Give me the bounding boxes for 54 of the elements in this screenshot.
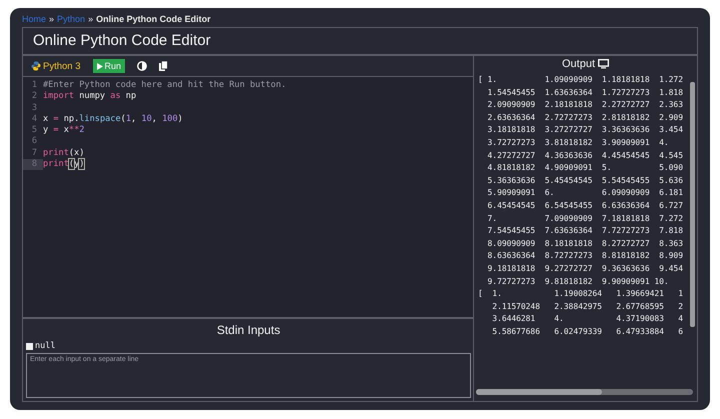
output-title: Output xyxy=(562,58,596,70)
output-line: 3.72727273 3.81818182 3.90909091 4. xyxy=(486,136,670,149)
python-logo-icon xyxy=(31,61,41,71)
breadcrumb-link[interactable]: Python xyxy=(57,14,86,24)
line-number: 6 xyxy=(30,136,38,148)
vertical-scrollbar[interactable] xyxy=(690,82,695,327)
stdin-title: Stdin Inputs xyxy=(216,323,282,337)
checkbox-label: null xyxy=(35,341,56,351)
breadcrumb-separator: » xyxy=(49,14,54,24)
contrast-icon[interactable] xyxy=(137,61,148,71)
output-line: 4.81818182 4.90909091 5. 5.090 xyxy=(486,162,684,174)
line-number: 8 xyxy=(23,159,43,170)
breadcrumb-link[interactable]: Home xyxy=(22,14,46,24)
output-line: 5.90909091 6. 6.09090909 6.181 xyxy=(486,187,684,200)
output-line: 2.63636364 2.72727273 2.81818182 2.909 xyxy=(486,112,684,124)
play-icon xyxy=(96,62,102,70)
code-line: x = np.linspace(1, 10, 100) xyxy=(43,114,183,126)
line-number: 5 xyxy=(30,125,38,136)
scrollbar-thumb[interactable] xyxy=(476,389,602,395)
output-line: 8.63636364 8.72727273 8.81818182 8.909 xyxy=(486,250,684,262)
page-title: Online Python Code Editor xyxy=(23,28,697,56)
output-line: 6.45454545 6.54545455 6.63636364 6.727 xyxy=(486,200,684,212)
line-number: 4 xyxy=(30,114,38,126)
output-line: 2.11570248 2.38842975 2.67768595 2 xyxy=(491,300,684,313)
checkbox[interactable] xyxy=(26,342,33,350)
output-line: 4.27272727 4.36363636 4.45454545 4.545 xyxy=(486,150,684,162)
output-line: [ 1. 1.19008264 1.39669421 1 xyxy=(478,288,684,300)
code-line: y = x**2 xyxy=(43,125,84,136)
monitor-icon xyxy=(598,59,610,69)
output-line: 1.54545455 1.63636364 1.72727273 1.818 xyxy=(486,86,684,99)
output-line: 3.18181818 3.27272727 3.36363636 3.454 xyxy=(486,124,684,136)
output-line: 5.36363636 5.45454545 5.54545455 5.636 xyxy=(486,174,684,187)
output-line: 3.6446281 4. 4.37190083 4 xyxy=(491,313,684,326)
line-number: 3 xyxy=(30,102,38,114)
line-number: 2 xyxy=(30,91,38,103)
line-number: 1 xyxy=(30,80,38,92)
output-line: 9.72727273 9.81818182 9.90909091 10. xyxy=(486,276,670,288)
code-line: import numpy as np xyxy=(43,91,136,103)
code-line: print(x) xyxy=(43,148,84,160)
output-line: 8.09090909 8.18181818 8.27272727 8.363 xyxy=(486,238,684,250)
line-number: 7 xyxy=(30,148,38,160)
breadcrumb-current: Online Python Code Editor xyxy=(96,14,211,24)
language-label: Python 3 xyxy=(43,60,80,72)
output-line: 9.18181818 9.27272727 9.36363636 9.454 xyxy=(486,262,684,275)
breadcrumb-separator: » xyxy=(88,14,94,24)
code-line: #Enter Python code here and hit the Run button. xyxy=(43,80,286,92)
horizontal-scrollbar[interactable] xyxy=(476,389,693,395)
output-line: 5.58677686 6.02479339 6.47933884 6 xyxy=(491,326,684,338)
output-line: 7. 7.09090909 7.18181818 7.272 xyxy=(486,212,684,225)
output-line: [ 1. 1.09090909 1.18181818 1.272 xyxy=(478,74,684,86)
copy-icon[interactable] xyxy=(159,61,168,71)
output-line: 2.09090909 2.18181818 2.27272727 2.363 xyxy=(486,99,684,112)
run-button[interactable]: Run xyxy=(92,59,126,73)
output-line: 7.54545455 7.63636364 7.72727273 7.818 xyxy=(486,225,684,238)
